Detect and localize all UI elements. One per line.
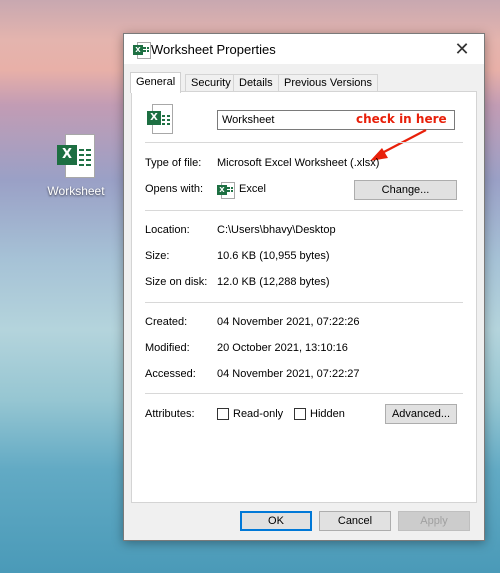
opens-with-label: Opens with: — [145, 183, 204, 195]
desktop-icon-label: Worksheet — [47, 184, 105, 198]
size-value: 10.6 KB (10,955 bytes) — [217, 250, 330, 262]
desktop-file-icon[interactable]: X Worksheet — [44, 134, 108, 198]
accessed-label: Accessed: — [145, 368, 196, 380]
created-value: 04 November 2021, 07:22:26 — [217, 316, 360, 328]
location-value: C:\Users\bhavy\Desktop — [217, 224, 336, 236]
hidden-checkbox-box[interactable] — [294, 408, 306, 420]
dialog-title: Worksheet Properties — [151, 42, 276, 57]
read-only-label: Read-only — [233, 408, 284, 420]
separator — [145, 142, 463, 143]
close-button[interactable]: ✕ — [440, 34, 484, 64]
size-label: Size: — [145, 250, 170, 262]
separator — [145, 393, 463, 394]
annotation-label: check in here — [356, 112, 447, 126]
read-only-checkbox[interactable]: Read-only — [217, 408, 297, 422]
title-bar[interactable]: X Worksheet Properties ✕ — [124, 34, 484, 64]
hidden-label: Hidden — [310, 408, 345, 420]
excel-file-icon: X — [147, 104, 173, 134]
tab-previous-versions[interactable]: Previous Versions — [278, 74, 379, 92]
hidden-checkbox[interactable]: Hidden — [294, 408, 364, 422]
excel-app-icon: X — [133, 42, 151, 59]
properties-dialog: X Worksheet Properties ✕ General Securit… — [123, 33, 485, 541]
excel-app-icon: X — [217, 182, 235, 199]
modified-value: 20 October 2021, 13:10:16 — [217, 342, 348, 354]
separator — [145, 210, 463, 211]
separator — [145, 302, 463, 303]
created-label: Created: — [145, 316, 188, 328]
size-on-disk-label: Size on disk: — [145, 276, 208, 288]
tab-security[interactable]: Security — [185, 74, 237, 92]
type-of-file-value: Microsoft Excel Worksheet (.xlsx) — [217, 157, 380, 169]
ok-button[interactable]: OK — [240, 511, 312, 531]
general-tab-panel: X Worksheet check in here Type of file: … — [131, 91, 477, 503]
size-on-disk-value: 12.0 KB (12,288 bytes) — [217, 276, 330, 288]
accessed-value: 04 November 2021, 07:22:27 — [217, 368, 360, 380]
cancel-button[interactable]: Cancel — [319, 511, 391, 531]
change-button[interactable]: Change... — [354, 180, 457, 200]
tab-general[interactable]: General — [130, 72, 182, 93]
type-of-file-label: Type of file: — [145, 157, 202, 169]
apply-button[interactable]: Apply — [398, 511, 470, 531]
advanced-button[interactable]: Advanced... — [385, 404, 457, 424]
excel-file-icon: X — [57, 134, 95, 178]
attributes-label: Attributes: — [145, 408, 195, 420]
location-label: Location: — [145, 224, 190, 236]
read-only-checkbox-box[interactable] — [217, 408, 229, 420]
modified-label: Modified: — [145, 342, 190, 354]
opens-with-value: Excel — [239, 183, 266, 195]
close-icon: ✕ — [454, 39, 470, 59]
tab-details[interactable]: Details — [233, 74, 279, 92]
